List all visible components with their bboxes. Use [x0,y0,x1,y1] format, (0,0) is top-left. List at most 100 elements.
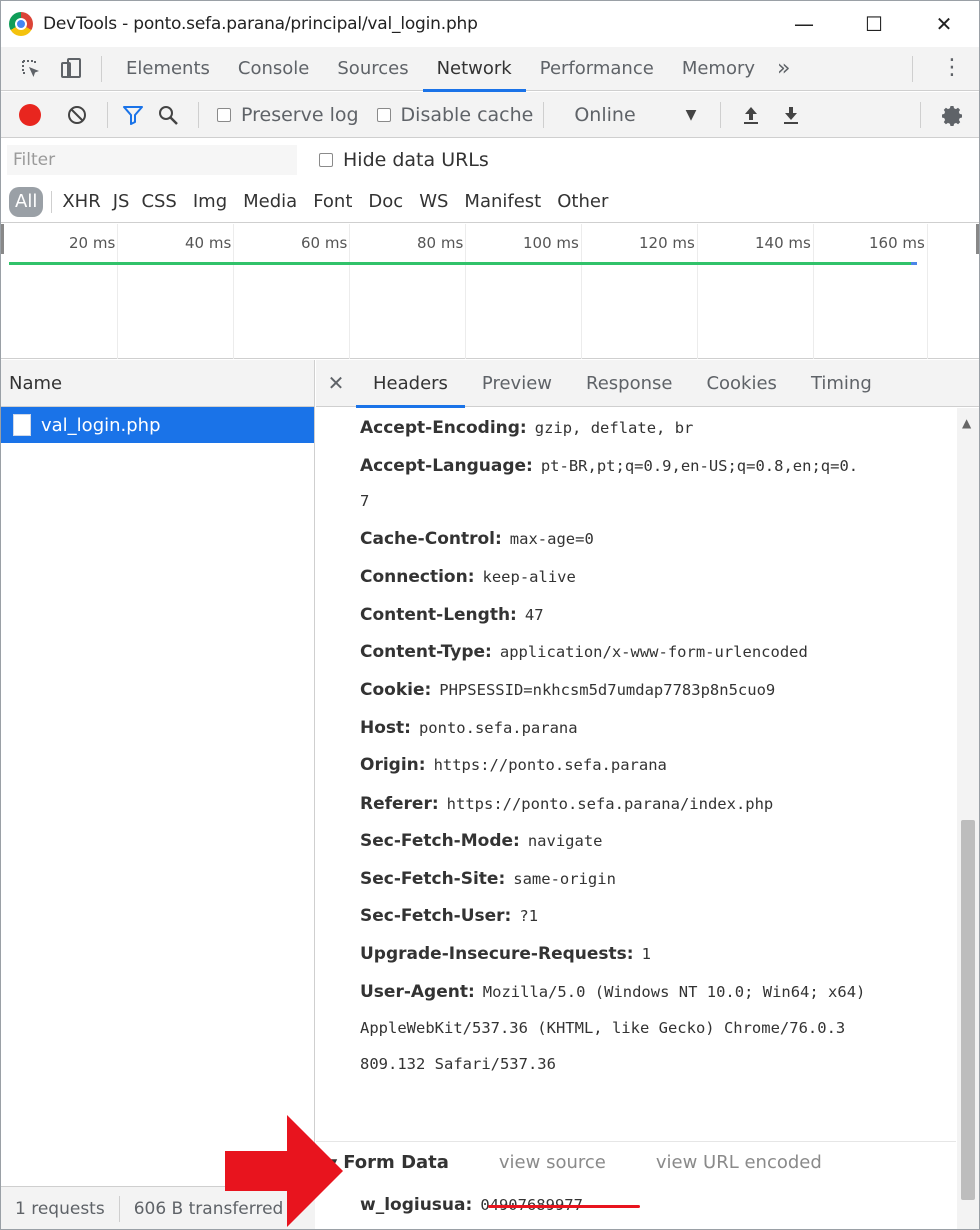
customize-menu-icon[interactable]: ⋮ [941,57,963,79]
type-filter-xhr[interactable]: XHR [54,187,108,217]
search-icon[interactable] [148,92,188,138]
tab-performance[interactable]: Performance [526,47,668,91]
tick-label: 20 ms [69,234,116,252]
header-value: 1 [641,945,651,963]
device-toolbar-icon[interactable] [51,47,91,91]
tab-response[interactable]: Response [569,360,689,407]
import-har-icon[interactable] [731,92,771,138]
chrome-logo-icon [9,12,33,36]
header-value: application/x-www-form-urlencoded [499,643,808,661]
vertical-scrollbar[interactable]: ▲ [957,408,979,1229]
disable-cache-label: Disable cache [400,103,534,126]
tab-cookies[interactable]: Cookies [689,360,793,407]
tab-console[interactable]: Console [224,47,323,91]
view-url-encoded-link[interactable]: view URL encoded [656,1152,822,1173]
timeline-overview[interactable]: 20 ms 40 ms 60 ms 80 ms 100 ms 120 ms 14… [1,224,979,359]
preserve-log-label: Preserve log [241,103,359,126]
clear-icon[interactable] [57,92,97,138]
maximize-button[interactable]: ☐ [839,1,909,47]
tick-gridline [697,224,698,359]
header-row: Cookie: PHPSESSID=nkhcsm5d7umdap7783p8n5c… [360,680,775,700]
tick-label: 80 ms [417,234,464,252]
tick-label: 160 ms [869,234,925,252]
type-filter-img[interactable]: Img [185,187,235,217]
type-filter-doc[interactable]: Doc [360,187,411,217]
settings-gear-icon[interactable] [941,104,965,132]
type-filter-font[interactable]: Font [305,187,360,217]
tick-label: 140 ms [755,234,811,252]
tab-preview[interactable]: Preview [465,360,569,407]
type-filter-media[interactable]: Media [235,187,305,217]
disable-cache-checkbox[interactable]: Disable cache [376,103,534,126]
header-row: Connection: keep-alive [360,567,576,587]
tab-memory[interactable]: Memory [668,47,769,91]
type-filter-manifest[interactable]: Manifest [456,187,549,217]
checkbox-box[interactable] [376,107,391,122]
header-key: Content-Length: [360,605,517,625]
header-key: Host: [360,718,411,738]
checkbox-box[interactable] [217,107,231,122]
preserve-log-checkbox[interactable]: Preserve log [217,104,359,126]
header-value: ponto.sefa.parana [418,719,578,737]
header-row: Accept-Language: pt-BR,pt;q=0.9,en-US;q=0… [360,456,858,476]
type-filter-css[interactable]: CSS [133,187,184,217]
header-value: keep-alive [482,568,576,586]
hide-data-urls-checkbox[interactable]: Hide data URLs [319,149,489,171]
tick-label: 40 ms [185,234,232,252]
name-column-header[interactable]: Name [1,360,314,407]
header-key: Content-Type: [360,642,492,662]
overview-handle-left[interactable] [1,224,4,254]
type-filter-other[interactable]: Other [549,187,616,217]
header-key: Sec-Fetch-Site: [360,869,506,889]
close-detail-icon[interactable]: ✕ [316,371,356,395]
tab-sources[interactable]: Sources [323,47,422,91]
tab-headers[interactable]: Headers [356,360,465,408]
close-button[interactable]: ✕ [909,1,979,47]
header-row: Sec-Fetch-Site: same-origin [360,869,616,889]
tick-label: 60 ms [301,234,348,252]
tab-timing[interactable]: Timing [794,360,889,407]
header-value: navigate [527,832,603,850]
export-har-icon[interactable] [771,92,811,138]
tab-elements[interactable]: Elements [112,47,224,91]
request-count: 1 requests [15,1198,105,1219]
minimize-button[interactable]: — [769,1,839,47]
header-value: https://ponto.sefa.parana [433,756,667,774]
filter-input[interactable]: Filter [7,145,297,175]
header-row: Accept-Encoding: gzip, deflate, br [360,418,693,438]
more-tabs-chevron-icon[interactable]: » [777,56,790,81]
scrollbar-thumb[interactable] [961,820,975,1200]
filter-funnel-icon[interactable] [118,92,148,138]
header-value: ?1 [519,907,539,925]
tick-gridline [233,224,234,359]
filter-divider [51,190,53,213]
header-key: Referer: [360,794,439,814]
header-value-continued: 809.132 Safari/537.36 [360,1055,556,1073]
section-divider [316,1141,956,1142]
view-source-link[interactable]: view source [499,1152,606,1173]
toolbar-divider [107,101,108,128]
form-data-section-header[interactable]: ▼ Form Data view source view URL encoded [328,1152,822,1173]
request-name: val_login.php [41,414,161,436]
header-key: Connection: [360,567,475,587]
header-value: Mozilla/5.0 (Windows NT 10.0; Win64; x64… [482,983,866,1001]
header-key: Sec-Fetch-User: [360,906,512,926]
tick-label: 120 ms [639,234,695,252]
tick-gridline [349,224,350,359]
checkbox-box[interactable] [319,153,333,167]
type-filter-js[interactable]: JS [109,187,134,217]
header-key: Upgrade-Insecure-Requests: [360,944,634,964]
type-filter-all[interactable]: All [9,186,44,217]
form-field-key: w_logiusua: [360,1195,473,1215]
inspect-element-icon[interactable] [11,47,51,91]
tab-network[interactable]: Network [422,47,526,92]
header-key: User-Agent: [360,982,475,1002]
header-key: Accept-Encoding: [360,418,527,438]
type-filter-ws[interactable]: WS [411,187,456,217]
tick-gridline [813,224,814,359]
record-button[interactable] [19,103,41,126]
request-row[interactable]: val_login.php [1,407,314,443]
throttling-select[interactable]: Online ▼ [560,104,710,126]
overview-handle-right[interactable] [976,224,979,254]
scroll-up-arrow-icon[interactable]: ▲ [962,416,971,430]
